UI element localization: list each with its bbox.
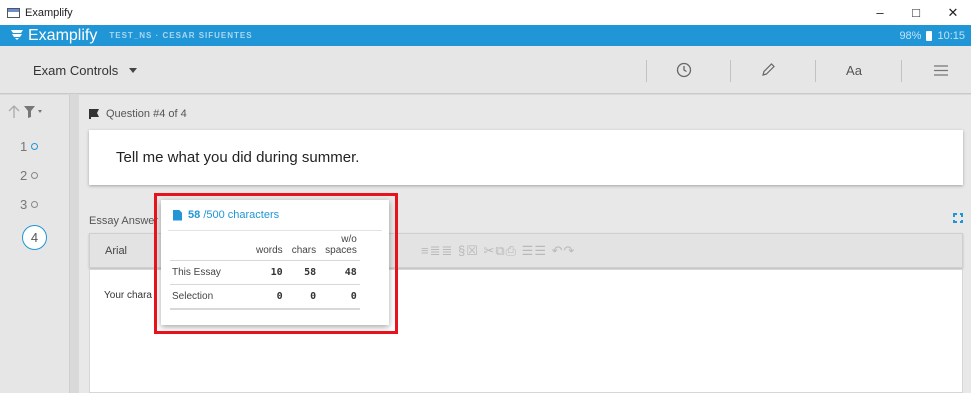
question-counter: Question #4 of 4 <box>106 108 187 120</box>
app-header-bar: Examplify TEST_NS · CESAR SIFUENTES 98% … <box>0 25 971 46</box>
question-nav-item-current[interactable]: 4 <box>22 225 47 250</box>
session-info: TEST_NS · CESAR SIFUENTES <box>109 31 253 40</box>
battery-icon <box>926 30 933 41</box>
arrow-up-icon[interactable] <box>8 105 20 118</box>
question-nav-item-1[interactable]: 1 <box>20 139 39 154</box>
filter-icon[interactable] <box>24 105 44 118</box>
highlight-box <box>154 193 398 334</box>
fullscreen-icon[interactable] <box>952 212 964 224</box>
maximize-button[interactable]: □ <box>901 0 931 25</box>
toolbar-divider <box>815 60 816 82</box>
menu-icon[interactable] <box>930 58 952 82</box>
close-button[interactable]: ✕ <box>938 0 968 25</box>
question-number: 3 <box>20 197 28 212</box>
font-size-icon[interactable]: Aa <box>841 58 867 82</box>
exam-controls-dropdown[interactable]: Exam Controls <box>33 63 138 78</box>
nav-controls <box>8 105 44 118</box>
exam-toolbar: Exam Controls Aa <box>0 46 971 94</box>
status-area: 98% 10:15 <box>899 30 965 42</box>
essay-text: Your chara <box>104 290 152 301</box>
question-header: Question #4 of 4 <box>89 108 187 120</box>
unanswered-dot-icon <box>31 172 39 179</box>
toolbar-divider <box>730 60 731 82</box>
toolbar-divider <box>646 60 647 82</box>
question-text: Tell me what you did during summer. <box>116 149 360 166</box>
minimize-button[interactable]: – <box>865 0 895 25</box>
question-card: Tell me what you did during summer. <box>89 130 963 185</box>
battery-percent: 98% <box>899 29 922 42</box>
examplify-logo-icon <box>10 28 24 43</box>
essay-answer-label: Essay Answer <box>89 215 159 227</box>
toolbar-divider <box>901 60 902 82</box>
format-icons[interactable]: ≡≣≣ §☒ ✂⧉⎙ ☰☰ ↶↷ <box>421 243 575 259</box>
question-number: 1 <box>20 139 28 154</box>
window-title-bar: Examplify – □ ✕ <box>0 0 971 25</box>
font-select[interactable]: Arial <box>105 245 127 257</box>
question-nav-item-3[interactable]: 3 <box>20 197 39 212</box>
exam-controls-label: Exam Controls <box>33 63 119 78</box>
question-nav-item-2[interactable]: 2 <box>20 168 39 183</box>
question-navigator: 1 2 3 4 <box>0 95 70 393</box>
answered-dot-icon <box>31 143 39 150</box>
clock-time: 10:15 <box>937 29 965 42</box>
app-name: Examplify <box>28 26 98 44</box>
clock-icon[interactable] <box>672 58 696 82</box>
unanswered-dot-icon <box>31 201 39 208</box>
app-window-icon <box>7 7 20 18</box>
pen-icon[interactable] <box>756 58 780 82</box>
window-title: Examplify <box>25 6 73 19</box>
question-number: 2 <box>20 168 28 183</box>
dropdown-caret-icon <box>129 68 138 73</box>
flag-icon[interactable] <box>89 109 99 119</box>
